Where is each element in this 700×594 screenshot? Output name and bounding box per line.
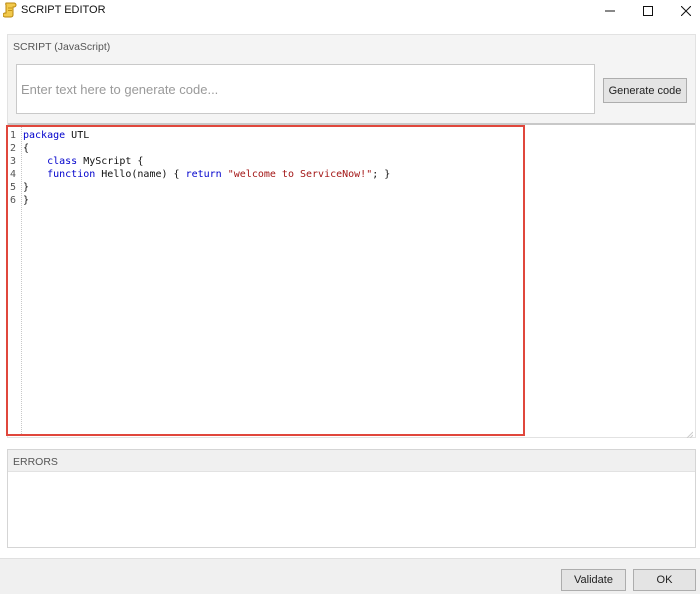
code-keyword: package [23,130,66,141]
line-number: 4 [10,169,17,180]
code-editor-area[interactable]: 1 package UTL 2{3 class MyScript {4 functi… [6,123,695,439]
minimize-button[interactable] [590,0,630,22]
maximize-icon [643,6,653,16]
code-text: } [23,194,29,207]
code-keyword: class [47,156,78,167]
code-keyword: function [47,169,96,180]
code-token: Hello(name) { [95,169,186,180]
code-text: package UTL [23,129,89,142]
code-token: MyScript { [77,156,144,167]
errors-title: ERRORS [13,456,58,468]
generate-prompt-input[interactable] [16,64,595,114]
code-line[interactable]: 3 class MyScript { [8,155,518,168]
line-number: 1 [10,130,17,141]
script-panel: SCRIPT (JavaScript) Generate code 1 packa… [6,34,696,439]
dialog-footer: Validate OK [0,558,700,594]
close-button[interactable] [666,0,700,22]
code-keyword: return [185,169,222,180]
scroll-icon [2,2,17,18]
code-text: { [23,142,29,155]
code-string: "welcome to ServiceNow!" [227,169,373,180]
title-bar: SCRIPT EDITOR [0,0,700,22]
resize-grip-icon[interactable] [685,427,694,439]
validate-button[interactable]: Validate [561,569,626,591]
errors-panel-header: ERRORS [8,450,695,472]
code-text: } [23,181,29,194]
code-token: } [23,195,30,206]
code-token: UTL [65,130,90,141]
code-token: { [23,143,30,154]
ok-button[interactable]: OK [633,569,696,591]
code-text: function Hello(name) { return "welcome t… [23,168,390,181]
script-panel-header: SCRIPT (JavaScript) [13,41,111,53]
code-line[interactable]: 5} [8,181,518,194]
code-editor[interactable]: 1 package UTL 2{3 class MyScript {4 functi… [6,125,525,436]
close-icon [681,6,691,16]
code-line[interactable]: 2{ [8,142,518,155]
code-line[interactable]: 6} [8,194,518,207]
code-text: class MyScript { [23,155,143,168]
code-line[interactable]: 1 package UTL [8,129,518,142]
line-number: 3 [10,156,17,167]
code-token: ; } [372,169,391,180]
code-lines[interactable]: 1 package UTL 2{3 class MyScript {4 functi… [8,129,518,207]
code-line[interactable]: 4 function Hello(name) { return "welcome… [8,168,518,181]
code-token: } [23,182,30,193]
line-number: 2 [10,143,17,154]
line-number: 5 [10,182,17,193]
maximize-button[interactable] [628,0,668,22]
minimize-icon [605,6,615,16]
errors-panel: ERRORS [7,449,696,548]
window-title: SCRIPT EDITOR [21,4,106,16]
generate-code-button[interactable]: Generate code [603,78,687,103]
line-number: 6 [10,195,17,206]
